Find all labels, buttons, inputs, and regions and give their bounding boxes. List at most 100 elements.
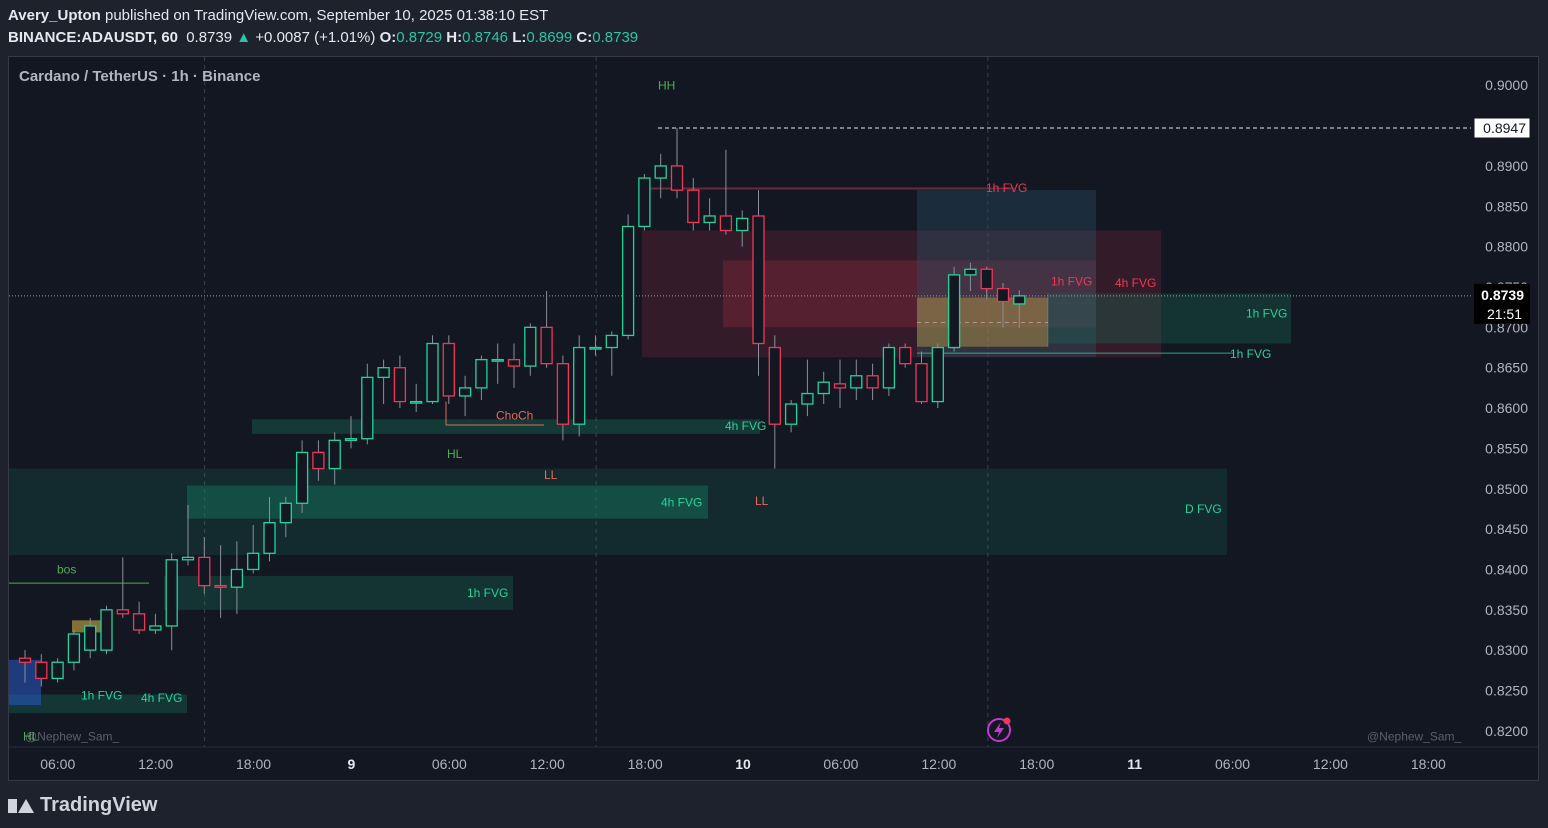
- chart-title: Cardano / TetherUS · 1h · Binance: [19, 68, 260, 85]
- annotation-label: HL: [447, 447, 463, 461]
- lightning-icon: [994, 722, 1004, 738]
- bear-candle: [442, 342, 455, 397]
- bear-candle: [768, 346, 781, 425]
- y-tick-label: 0.8800: [1485, 239, 1528, 255]
- annotation-label: 1h FVG: [467, 586, 508, 600]
- hh-price-label: 0.8947: [1483, 120, 1526, 136]
- bull-candle: [295, 451, 309, 504]
- bull-candle: [882, 346, 896, 389]
- publisher-name[interactable]: Avery_Upton: [8, 7, 101, 24]
- bear-candle: [132, 613, 146, 631]
- bear-candle: [198, 556, 211, 587]
- bull-candle: [149, 625, 162, 631]
- tradingview-logo[interactable]: TradingView: [8, 794, 157, 817]
- bull-candle: [621, 225, 635, 337]
- bull-candle: [279, 502, 292, 524]
- bull-candle: [263, 521, 276, 554]
- bull-candle: [165, 559, 178, 627]
- bear-candle: [35, 661, 48, 680]
- tradingview-mark-icon: [8, 798, 34, 813]
- x-tick-label: 18:00: [236, 756, 271, 772]
- y-tick-label: 0.8250: [1485, 683, 1528, 699]
- bull-candle: [458, 387, 472, 397]
- bull-candle: [426, 342, 439, 403]
- x-tick-label: 06:00: [432, 756, 467, 772]
- bull-candle: [230, 568, 244, 588]
- annotation-label: HH: [658, 78, 675, 92]
- bull-candle: [654, 165, 667, 179]
- bull-candle: [344, 438, 358, 441]
- annotation-label: 1h FVG: [986, 181, 1027, 195]
- bull-candle: [84, 625, 97, 651]
- bull-candle: [736, 217, 749, 232]
- y-tick-label: 0.8850: [1485, 198, 1528, 214]
- high-value: 0.8746: [462, 29, 509, 46]
- bear-candle: [833, 383, 847, 389]
- bear-candle: [556, 363, 570, 425]
- y-tick-label: 0.8200: [1485, 723, 1528, 739]
- bull-candle: [589, 346, 602, 350]
- up-triangle-icon: ▲: [236, 29, 252, 46]
- bull-candle: [181, 556, 195, 561]
- x-tick-label: 9: [348, 756, 356, 772]
- high-label: H:: [446, 29, 463, 46]
- x-tick-label: 12:00: [530, 756, 565, 772]
- price-chart[interactable]: HHHLLLLLChoChbosHL1h FVG1h FVG1h FVG1h F…: [9, 57, 1538, 780]
- annotation-label: 1h FVG: [81, 688, 122, 702]
- bear-candle: [719, 215, 733, 232]
- bull-candle: [947, 274, 961, 349]
- watermark: @Nephew_Sam_: [25, 730, 120, 744]
- y-tick-label: 0.8300: [1485, 642, 1528, 658]
- bull-candle: [361, 376, 374, 440]
- low-label: L:: [512, 29, 527, 46]
- bull-candle: [491, 358, 504, 362]
- close-value: 0.8739: [592, 29, 639, 46]
- y-tick-label: 0.8400: [1485, 561, 1528, 577]
- publish-info: Avery_Upton published on TradingView.com…: [8, 7, 548, 24]
- symbol-name: BINANCE:ADAUSDT, 60: [8, 29, 179, 46]
- brand-name: TradingView: [40, 794, 158, 816]
- bear-candle: [670, 165, 684, 191]
- bear-candle: [540, 326, 553, 365]
- publish-text: published on TradingView.com, September …: [104, 7, 549, 24]
- annotation-label: LL: [755, 494, 769, 508]
- bear-candle: [996, 287, 1010, 303]
- annotation-label: LL: [544, 468, 558, 482]
- y-tick-label: 0.8350: [1485, 602, 1528, 618]
- open-label: O:: [379, 29, 397, 46]
- low-value: 0.8699: [526, 29, 573, 46]
- countdown-label: 21:51: [1487, 306, 1522, 322]
- bull-candle: [247, 552, 260, 571]
- annotation-label: 1h FVG: [1051, 274, 1092, 288]
- bear-candle: [866, 375, 879, 389]
- bull-candle: [67, 633, 81, 663]
- x-tick-label: 12:00: [921, 756, 956, 772]
- close-label: C:: [576, 29, 593, 46]
- y-tick-label: 0.8500: [1485, 481, 1528, 497]
- bull-candle: [328, 439, 341, 470]
- x-tick-label: 18:00: [628, 756, 663, 772]
- x-tick-label: 12:00: [1313, 756, 1348, 772]
- annotation-label: 1h FVG: [1246, 307, 1287, 321]
- bear-candle: [899, 346, 912, 365]
- bull-candle: [605, 334, 618, 349]
- last-price: 0.8739: [186, 29, 233, 46]
- bear-candle: [980, 268, 993, 290]
- y-tick-label: 0.8600: [1485, 400, 1528, 416]
- bear-candle: [915, 363, 928, 403]
- x-tick-label: 06:00: [823, 756, 858, 772]
- annotation-label: D FVG: [1185, 502, 1222, 516]
- bear-candle: [687, 189, 700, 224]
- annotation-label: 4h FVG: [661, 496, 702, 510]
- change-value: +0.0087 (+1.01%): [255, 29, 376, 46]
- chart-frame[interactable]: HH HL LL LL ChoCh bos HL 1h FVG 1h FVG 1h FVG 1h F…: [8, 56, 1539, 781]
- notification-dot-icon: [1003, 717, 1011, 725]
- bull-candle: [703, 215, 716, 224]
- bear-candle: [312, 451, 325, 470]
- y-tick-label: 0.8550: [1485, 440, 1528, 456]
- annotation-label: 4h FVG: [1115, 276, 1156, 290]
- watermark: @Nephew_Sam_: [1367, 730, 1462, 744]
- y-tick-label: 0.9000: [1485, 77, 1528, 93]
- annotation-label: bos: [57, 562, 76, 576]
- bear-candle: [507, 358, 521, 367]
